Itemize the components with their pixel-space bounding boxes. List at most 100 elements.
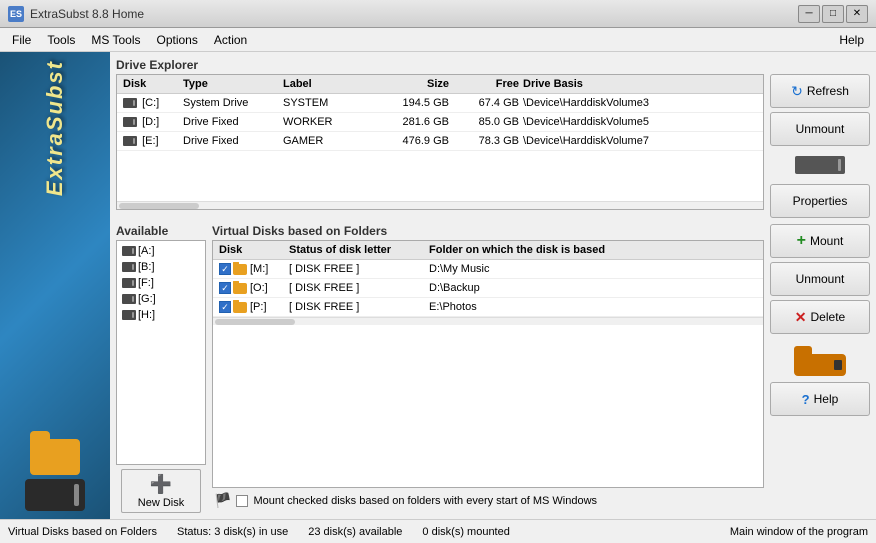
main-content: ExtraSubst Drive Explorer Disk Type Labe… — [0, 52, 876, 519]
window-controls: ─ □ ✕ — [798, 5, 868, 23]
drive-explorer-wrapper: Drive Explorer Disk Type Label Size Free… — [116, 58, 870, 218]
avail-item-g[interactable]: [G:] — [119, 291, 203, 307]
drive-row-c[interactable]: [C:] System Drive SYSTEM 194.5 GB 67.4 G… — [117, 94, 763, 113]
drive-c-basis: \Device\HarddiskVolume3 — [521, 96, 759, 110]
drive-scrollbar[interactable] — [117, 201, 763, 209]
help-q-icon: ? — [802, 392, 810, 407]
mount-plus-icon: + — [797, 232, 806, 250]
menu-ms-tools[interactable]: MS Tools — [83, 31, 148, 49]
vdisk-m-disk-col: [M:] — [217, 262, 287, 276]
vdisk-col-folder: Folder on which the disk is based — [427, 243, 759, 257]
new-disk-plus-icon: ➕ — [150, 474, 172, 495]
menu-file[interactable]: File — [4, 31, 39, 49]
app-icon: ES — [8, 6, 24, 22]
drive-explorer-label: Drive Explorer — [116, 58, 870, 72]
available-section: Available [A:] [B:] [F:] — [116, 224, 206, 513]
banner-bottom — [25, 439, 85, 511]
menu-items: File Tools MS Tools Options Action — [4, 31, 255, 49]
avail-h-icon — [122, 310, 136, 320]
status-section-vdisk: Virtual Disks based on Folders — [8, 526, 157, 538]
maximize-button[interactable]: □ — [822, 5, 844, 23]
vdisk-col-status: Status of disk letter — [287, 243, 427, 257]
col-size: Size — [371, 77, 451, 91]
virtual-disk-label: Virtual Disks based on Folders — [212, 224, 764, 238]
drive-e-free: 78.3 GB — [451, 134, 521, 148]
vdisk-row-p[interactable]: [P:] [ DISK FREE ] E:\Photos — [213, 298, 763, 317]
drive-d-type: Drive Fixed — [181, 115, 281, 129]
close-button[interactable]: ✕ — [846, 5, 868, 23]
vdisk-scrollbar[interactable] — [213, 317, 763, 325]
drive-c-icon — [123, 98, 137, 108]
vdisk-m-folder: D:\My Music — [427, 262, 759, 276]
status-section-available: 23 disk(s) available — [308, 526, 402, 538]
vdisk-o-disk-col: [O:] — [217, 281, 287, 295]
menu-help[interactable]: Help — [831, 31, 872, 49]
minimize-button[interactable]: ─ — [798, 5, 820, 23]
drive-e-icon — [123, 136, 137, 146]
drive-table-header: Disk Type Label Size Free Drive Basis — [117, 75, 763, 94]
vdisk-p-folder-icon — [233, 302, 247, 313]
col-basis: Drive Basis — [521, 77, 759, 91]
avail-item-f[interactable]: [F:] — [119, 275, 203, 291]
vdisk-header: Disk Status of disk letter Folder on whi… — [213, 241, 763, 260]
avail-item-b[interactable]: [B:] — [119, 259, 203, 275]
mount-button[interactable]: + Mount — [770, 224, 870, 258]
drive-scrollbar-thumb[interactable] — [119, 203, 199, 209]
vdisk-o-status: [ DISK FREE ] — [287, 281, 427, 295]
unmount-bottom-button[interactable]: Unmount — [770, 262, 870, 296]
menu-action[interactable]: Action — [206, 31, 255, 49]
vdisk-row-m[interactable]: [M:] [ DISK FREE ] D:\My Music — [213, 260, 763, 279]
delete-button[interactable]: ✕ Delete — [770, 300, 870, 334]
status-section-mounted: 0 disk(s) mounted — [422, 526, 509, 538]
vdisk-table: Disk Status of disk letter Folder on whi… — [212, 240, 764, 488]
col-type: Type — [181, 77, 281, 91]
vdisk-o-checkbox[interactable] — [219, 282, 231, 294]
status-available: 23 disk(s) available — [308, 526, 402, 538]
menu-tools[interactable]: Tools — [39, 31, 83, 49]
properties-button[interactable]: Properties — [770, 184, 870, 218]
vdisk-row-o[interactable]: [O:] [ DISK FREE ] D:\Backup — [213, 279, 763, 298]
drive-e-size: 476.9 GB — [371, 134, 451, 148]
drive-c-disk: [C:] — [121, 96, 181, 110]
drive-row-d[interactable]: [D:] Drive Fixed WORKER 281.6 GB 85.0 GB… — [117, 113, 763, 132]
status-vdisk-label: Virtual Disks based on Folders — [8, 526, 157, 538]
vdisk-p-folder: E:\Photos — [427, 300, 759, 314]
help-button[interactable]: ? Help — [770, 382, 870, 416]
drive-row-e[interactable]: [E:] Drive Fixed GAMER 476.9 GB 78.3 GB … — [117, 132, 763, 151]
drive-e-type: Drive Fixed — [181, 134, 281, 148]
drive-d-basis: \Device\HarddiskVolume5 — [521, 115, 759, 129]
refresh-icon: ↻ — [791, 83, 803, 100]
available-list: [A:] [B:] [F:] [G:] — [116, 240, 206, 465]
mount-checkbox-label: Mount checked disks based on folders wit… — [253, 495, 597, 507]
vdisk-scrollbar-thumb[interactable] — [215, 319, 295, 325]
avail-item-a[interactable]: [A:] — [119, 243, 203, 259]
refresh-button[interactable]: ↻ Refresh — [770, 74, 870, 108]
title-bar: ES ExtraSubst 8.8 Home ─ □ ✕ — [0, 0, 876, 28]
unmount-top-button[interactable]: Unmount — [770, 112, 870, 146]
drive-e-basis: \Device\HarddiskVolume7 — [521, 134, 759, 148]
new-disk-button[interactable]: ➕ New Disk — [121, 469, 201, 513]
top-area: Disk Type Label Size Free Drive Basis [C… — [116, 74, 870, 218]
status-in-use: Status: 3 disk(s) in use — [177, 526, 288, 538]
vdisk-m-checkbox[interactable] — [219, 263, 231, 275]
vdisk-p-disk-col: [P:] — [217, 300, 287, 314]
avail-item-h[interactable]: [H:] — [119, 307, 203, 323]
status-section-main: Main window of the program — [730, 526, 868, 538]
avail-f-icon — [122, 278, 136, 288]
available-label: Available — [116, 224, 206, 238]
drive-d-icon — [123, 117, 137, 127]
avail-g-icon — [122, 294, 136, 304]
vdisk-p-checkbox[interactable] — [219, 301, 231, 313]
menu-options[interactable]: Options — [149, 31, 206, 49]
status-mounted: 0 disk(s) mounted — [422, 526, 509, 538]
window-title: ExtraSubst 8.8 Home — [30, 7, 144, 21]
drive-c-free: 67.4 GB — [451, 96, 521, 110]
vdisk-col-disk: Disk — [217, 243, 287, 257]
status-bar: Virtual Disks based on Folders Status: 3… — [0, 519, 876, 543]
status-section-status: Status: 3 disk(s) in use — [177, 526, 288, 538]
drive-c-type: System Drive — [181, 96, 281, 110]
drive-e-label: GAMER — [281, 134, 371, 148]
drive-c-label: SYSTEM — [281, 96, 371, 110]
vdisk-m-folder-icon — [233, 264, 247, 275]
mount-on-start-checkbox[interactable] — [236, 495, 248, 507]
